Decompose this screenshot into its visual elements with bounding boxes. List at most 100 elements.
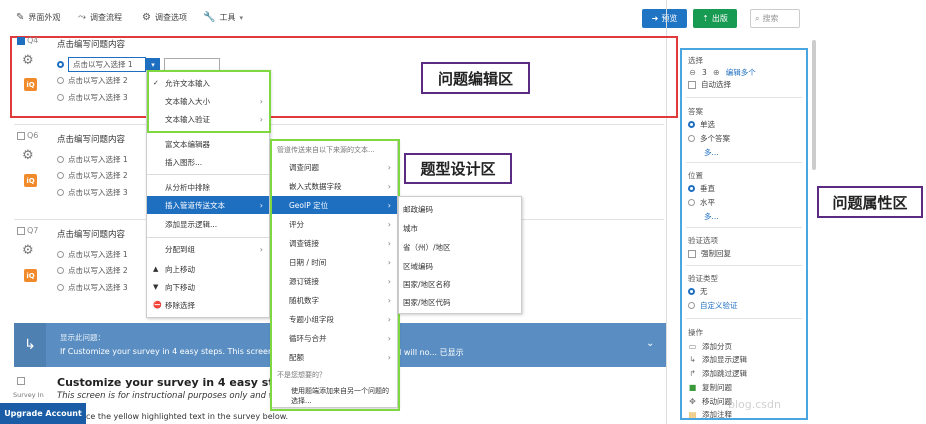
auto-choice-row[interactable]: 自动选择 xyxy=(688,79,731,90)
geoip-menu: 邮政编码 城市 省（州）/地区 区域编码 国家/地区名称 国家/地区代码 xyxy=(398,196,522,314)
action-label: 添加跳过逻辑 xyxy=(702,369,747,378)
display-logic-title: 显示此问题： xyxy=(60,333,105,342)
upgrade-account-button[interactable]: Upgrade Account xyxy=(0,403,86,424)
choice-1[interactable]: 点击以写入选择 1 xyxy=(57,154,128,165)
arrow-up-icon: ▲ xyxy=(153,265,159,273)
menu-item-move-up[interactable]: ▲ 向上移动 xyxy=(147,260,269,278)
more-link[interactable]: 多... xyxy=(704,211,719,222)
none-option[interactable]: 无 xyxy=(688,286,708,297)
auto-choice-checkbox[interactable] xyxy=(688,80,696,89)
iq-label: iQ xyxy=(26,271,35,280)
menu-item-assign-group[interactable]: 分配到组 › xyxy=(147,240,269,258)
menu-item-move-down[interactable]: ▼ 向下移动 xyxy=(147,278,269,296)
menu-item-label: 城市 xyxy=(403,223,418,233)
divider xyxy=(686,265,802,266)
move-question-action[interactable]: ✥ 移动问题 xyxy=(688,396,732,407)
survey-options-button[interactable]: ⚙ 调查选项 xyxy=(142,12,187,23)
add-display-logic-action[interactable]: ↳ 添加显示逻辑 xyxy=(688,354,747,365)
radio-icon xyxy=(688,199,695,206)
geo-item[interactable]: 城市 xyxy=(399,219,521,237)
geo-item[interactable]: 国家/地区代码 xyxy=(399,293,521,311)
preview-button[interactable]: ➜ 预览 xyxy=(642,9,687,28)
action-label: 添加分页 xyxy=(702,342,732,351)
choice-label: 点击以写入选择 3 xyxy=(68,188,128,197)
question-number[interactable]: Q4 xyxy=(17,36,38,45)
choice-label: 点击以写入选择 2 xyxy=(68,76,128,85)
copy-icon: ■ xyxy=(688,383,697,392)
actions-label: 操作 xyxy=(688,328,703,337)
menu-item-rich-editor[interactable]: 富文本编辑器 xyxy=(147,135,269,153)
option-label: 垂直 xyxy=(700,184,715,193)
question-checkbox[interactable] xyxy=(17,226,25,235)
choice-2[interactable]: 点击以写入选择 2 xyxy=(57,170,128,181)
plus-icon[interactable]: ⊕ xyxy=(712,68,721,77)
choice-3[interactable]: 点击以写入选择 3 xyxy=(57,187,128,198)
geo-item[interactable]: 邮政编码 xyxy=(399,200,521,218)
gear-icon[interactable]: ⚙ xyxy=(22,53,34,68)
more-link[interactable]: 多... xyxy=(704,147,719,158)
horizontal-option[interactable]: 水平 xyxy=(688,197,715,208)
gear-icon: ⚙ xyxy=(142,12,151,23)
look-feel-button[interactable]: ✎ 界面外观 xyxy=(16,12,60,23)
paintbrush-icon: ✎ xyxy=(16,12,25,23)
option-label: 单选 xyxy=(700,120,715,129)
survey-flow-button[interactable]: ⤳ 调查流程 xyxy=(78,12,122,23)
choice-2[interactable]: 点击以写入选择 2 xyxy=(57,75,128,86)
choice-count-row[interactable]: ⊖ 3 ⊕ 编辑多个 xyxy=(688,67,756,78)
menu-item-add-display-logic[interactable]: 添加显示逻辑... xyxy=(147,215,269,233)
radio-icon xyxy=(688,185,695,192)
publish-icon: ⇡ xyxy=(702,14,709,23)
menu-item-delete-choice[interactable]: ⛔ 移除选择 xyxy=(147,296,269,314)
iq-icon[interactable]: iQ xyxy=(24,174,37,187)
question-text[interactable]: 点击编写问题内容 xyxy=(57,228,125,240)
menu-item-remove-analysis[interactable]: 从分析中排除 xyxy=(147,178,269,196)
customize-checkbox[interactable] xyxy=(17,377,25,387)
choice-1[interactable]: 点击以写入选择 1 xyxy=(57,249,128,260)
question-number[interactable]: Q6 xyxy=(17,131,38,140)
choice-label: 点击以写入选择 1 xyxy=(68,155,128,164)
multiple-answer-option[interactable]: 多个答案 xyxy=(688,133,730,144)
menu-item-insert-graphic[interactable]: 插入图形... xyxy=(147,153,269,171)
choice-label: 点击以写入选择 3 xyxy=(68,93,128,102)
publish-button[interactable]: ⇡ 出版 xyxy=(693,9,737,28)
question-text[interactable]: 点击编写问题内容 xyxy=(57,38,125,50)
custom-validation-option[interactable]: 自定义验证 xyxy=(688,300,738,311)
question-checkbox[interactable] xyxy=(17,36,25,45)
choice-3[interactable]: 点击以写入选择 3 xyxy=(57,282,128,293)
geo-item[interactable]: 省（州）/地区 xyxy=(399,238,521,256)
tools-button[interactable]: 🔧 工具 ▾ xyxy=(203,12,243,23)
iq-icon[interactable]: iQ xyxy=(24,269,37,282)
geo-item[interactable]: 国家/地区名称 xyxy=(399,275,521,293)
choice-3[interactable]: 点击以写入选择 3 xyxy=(57,92,128,103)
question-checkbox[interactable] xyxy=(17,131,25,140)
menu-item-label: 区域编码 xyxy=(403,261,433,271)
question-text[interactable]: 点击编写问题内容 xyxy=(57,133,125,145)
geo-item[interactable]: 区域编码 xyxy=(399,257,521,275)
gear-icon[interactable]: ⚙ xyxy=(22,243,34,258)
radio-icon xyxy=(57,284,64,291)
force-response-row[interactable]: 强制回复 xyxy=(688,248,731,259)
add-page-break-action[interactable]: ▭ 添加分页 xyxy=(688,341,732,352)
iq-label: iQ xyxy=(26,80,35,89)
radio-icon xyxy=(57,156,64,163)
add-skip-logic-action[interactable]: ↱ 添加跳过逻辑 xyxy=(688,368,747,379)
search-input[interactable]: ⌕ 搜索 xyxy=(750,9,800,28)
edit-multiple-link[interactable]: 编辑多个 xyxy=(726,67,756,78)
add-note-action[interactable]: ▤ 添加注释 xyxy=(688,409,732,420)
force-response-checkbox[interactable] xyxy=(688,249,696,258)
scrollbar[interactable] xyxy=(812,40,816,170)
choice-2[interactable]: 点击以写入选择 2 xyxy=(57,265,128,276)
divider xyxy=(14,124,664,125)
wrench-icon: 🔧 xyxy=(203,12,216,23)
copy-question-action[interactable]: ■ 复制问题 xyxy=(688,382,732,393)
choice-edit-field[interactable]: 点击以写入选择 1 xyxy=(68,57,146,72)
chevron-down-icon[interactable]: ⌄ xyxy=(646,338,654,349)
vertical-option[interactable]: 垂直 xyxy=(688,183,715,194)
menu-item-insert-piped-text[interactable]: 插入管道传送文本 › xyxy=(147,196,269,214)
question-number[interactable]: Q7 xyxy=(17,226,38,235)
chevron-down-icon: ▾ xyxy=(239,13,243,22)
single-answer-option[interactable]: 单选 xyxy=(688,119,715,130)
gear-icon[interactable]: ⚙ xyxy=(22,148,34,163)
minus-icon[interactable]: ⊖ xyxy=(688,68,697,77)
iq-icon[interactable]: iQ xyxy=(24,78,37,91)
